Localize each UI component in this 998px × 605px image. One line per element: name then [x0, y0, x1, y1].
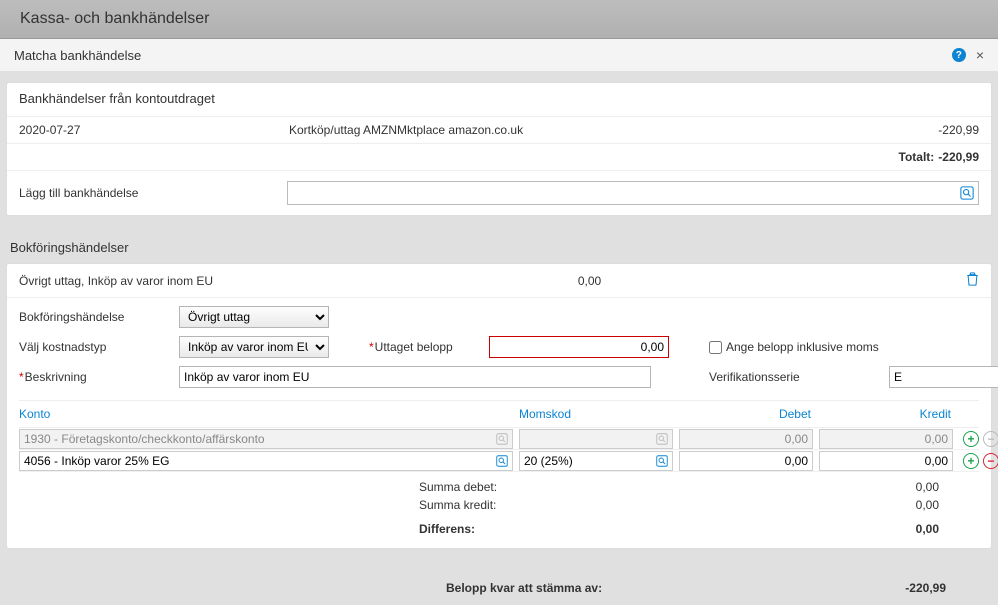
desc-label: Beskrivning: [19, 370, 179, 384]
bank-events-panel: Bankhändelser från kontoutdraget 2020-07…: [6, 82, 992, 216]
lookup-icon[interactable]: [959, 185, 975, 201]
konto-input: [19, 429, 513, 449]
app-title: Kassa- och bankhändelser: [20, 10, 209, 27]
bank-event-date: 2020-07-27: [19, 123, 289, 137]
bank-events-heading: Bankhändelser från kontoutdraget: [7, 83, 991, 116]
bank-events-total-row: Totalt: -220,99: [7, 143, 991, 170]
sum-debet-value: 0,00: [916, 480, 939, 494]
momskod-input: [519, 429, 673, 449]
diff-value: 0,00: [916, 522, 939, 536]
booking-form: Bokföringshändelse Övrigt uttag Välj kos…: [7, 298, 991, 400]
table-row: + −: [19, 428, 979, 450]
col-momskod[interactable]: Momskod: [519, 407, 679, 421]
lookup-icon[interactable]: [495, 454, 509, 468]
serie-input[interactable]: [889, 366, 998, 388]
incvat-label: Ange belopp inklusive moms: [726, 340, 879, 354]
desc-input[interactable]: [179, 366, 651, 388]
booking-panel: Övrigt uttag, Inköp av varor inom EU 0,0…: [6, 263, 992, 549]
kredit-input[interactable]: [819, 451, 953, 471]
add-row-icon[interactable]: +: [963, 453, 979, 469]
debet-input: [679, 429, 813, 449]
booking-summary-row: Övrigt uttag, Inköp av varor inom EU 0,0…: [7, 264, 991, 298]
bank-event-row: 2020-07-27 Kortköp/uttag AMZNMktplace am…: [7, 116, 991, 143]
add-bank-event-label: Lägg till bankhändelse: [19, 186, 275, 200]
add-bank-event-input[interactable]: [287, 181, 979, 205]
add-bank-event-row: Lägg till bankhändelse: [7, 170, 991, 215]
event-type-label: Bokföringshändelse: [19, 310, 179, 324]
remaining-footer: Belopp kvar att stämma av: -220,99: [6, 567, 992, 605]
modal-header: Matcha bankhändelse ? ×: [0, 39, 998, 72]
serie-label: Verifikationsserie: [709, 370, 889, 384]
remaining-label: Belopp kvar att stämma av:: [446, 581, 602, 595]
booking-summary-amount: 0,00: [213, 274, 966, 288]
trash-icon[interactable]: [966, 272, 979, 289]
sum-debet-label: Summa debet:: [419, 480, 497, 494]
help-icon[interactable]: ?: [952, 48, 966, 62]
col-kredit[interactable]: Kredit: [819, 407, 959, 421]
sum-kredit-label: Summa kredit:: [419, 498, 496, 512]
booking-heading: Bokföringshändelser: [6, 234, 992, 263]
lookup-icon[interactable]: [655, 454, 669, 468]
table-row: + −: [19, 450, 979, 472]
booking-summary-desc: Övrigt uttag, Inköp av varor inom EU: [19, 274, 213, 288]
amount-input[interactable]: [489, 336, 669, 358]
amount-label: Uttaget belopp: [369, 340, 489, 354]
sums-block: Summa debet: 0,00 Summa kredit: 0,00 Dif…: [19, 478, 979, 538]
remove-row-icon: −: [983, 431, 998, 447]
sum-kredit-value: 0,00: [916, 498, 939, 512]
app-topbar: Kassa- och bankhändelser: [0, 0, 998, 39]
lookup-icon: [655, 432, 669, 446]
bank-event-amount: -220,99: [859, 123, 979, 137]
incvat-checkbox[interactable]: [709, 341, 722, 354]
kredit-input: [819, 429, 953, 449]
bank-event-desc: Kortköp/uttag AMZNMktplace amazon.co.uk: [289, 123, 859, 137]
table-header: Konto Momskod Debet Kredit: [19, 401, 979, 428]
remove-row-icon[interactable]: −: [983, 453, 998, 469]
modal-title: Matcha bankhändelse: [14, 48, 141, 63]
costtype-label: Välj kostnadstyp: [19, 340, 179, 354]
total-label: Totalt:: [899, 150, 935, 164]
diff-label: Differens:: [419, 522, 475, 536]
debet-input[interactable]: [679, 451, 813, 471]
konto-input[interactable]: [19, 451, 513, 471]
costtype-select[interactable]: Inköp av varor inom EU: [179, 336, 329, 358]
add-row-icon[interactable]: +: [963, 431, 979, 447]
close-icon[interactable]: ×: [976, 47, 984, 63]
account-table: Konto Momskod Debet Kredit: [19, 400, 979, 472]
lookup-icon: [495, 432, 509, 446]
momskod-input[interactable]: [519, 451, 673, 471]
remaining-value: -220,99: [905, 581, 946, 595]
col-debet[interactable]: Debet: [679, 407, 819, 421]
total-value: -220,99: [938, 150, 979, 164]
col-konto[interactable]: Konto: [19, 407, 519, 421]
event-type-select[interactable]: Övrigt uttag: [179, 306, 329, 328]
